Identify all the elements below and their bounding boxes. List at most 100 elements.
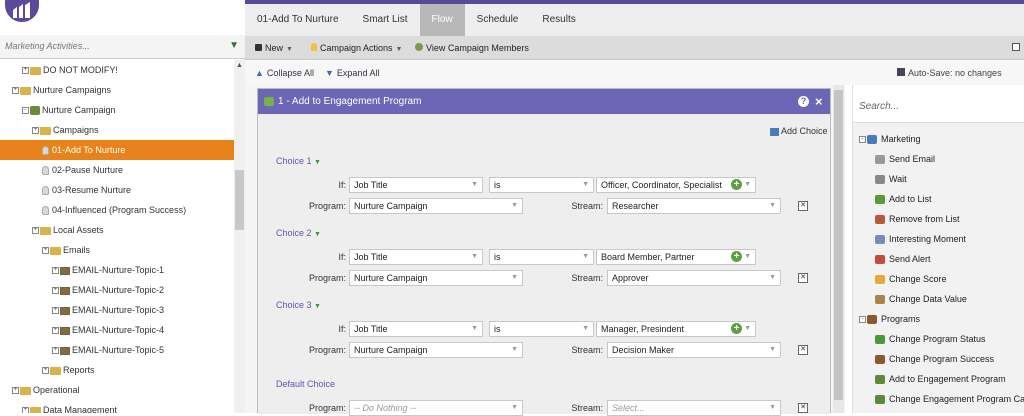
tree-node[interactable]: 03-Resume Nurture bbox=[0, 180, 234, 200]
add-choice-button[interactable]: Add Choice bbox=[770, 126, 828, 136]
tree-node[interactable]: + EMAIL-Nurture-Topic-5 bbox=[0, 340, 234, 360]
palette-group[interactable]: - Marketing bbox=[859, 129, 921, 149]
scrollbar-thumb[interactable] bbox=[235, 170, 244, 230]
program-select[interactable]: Nurture Campaign ▼ bbox=[349, 270, 523, 286]
delete-choice-icon[interactable]: ✕ bbox=[798, 273, 808, 283]
collapse-all-button[interactable]: ▲ Collapse All bbox=[255, 61, 314, 85]
condition-operator-select[interactable]: is ▼ bbox=[489, 249, 594, 265]
autosave-label: Auto-Save: no changes bbox=[908, 68, 1002, 78]
stream-select[interactable]: Researcher ▼ bbox=[607, 198, 781, 214]
tree-node[interactable]: + Operational bbox=[0, 380, 234, 400]
condition-operator-select[interactable]: is ▼ bbox=[489, 177, 594, 193]
expand-toggle-icon[interactable]: + bbox=[52, 307, 59, 315]
delete-choice-icon[interactable]: ✕ bbox=[798, 201, 808, 211]
tab-results[interactable]: Results bbox=[530, 4, 587, 36]
condition-field-select[interactable]: Job Title ▼ bbox=[349, 177, 483, 193]
stream-select[interactable]: Decision Maker ▼ bbox=[607, 342, 781, 358]
expand-toggle-icon[interactable]: + bbox=[52, 267, 59, 275]
palette-item[interactable]: Send Alert bbox=[875, 249, 931, 269]
tab-schedule[interactable]: Schedule bbox=[465, 4, 531, 36]
tree-node[interactable]: 01-Add To Nurture bbox=[0, 140, 234, 160]
flow-step-header[interactable]: 1 - Add to Engagement Program ? × bbox=[258, 89, 830, 114]
campaign-actions-button[interactable]: Campaign Actions ▼ bbox=[311, 36, 402, 60]
palette-item[interactable]: Wait bbox=[875, 169, 907, 189]
tree-node[interactable]: 04-Influenced (Program Success) bbox=[0, 200, 234, 220]
canvas-scrollbar[interactable] bbox=[833, 85, 844, 413]
new-button[interactable]: New ▼ bbox=[255, 36, 293, 60]
expand-toggle-icon[interactable]: + bbox=[52, 287, 59, 295]
choice-label[interactable]: Choice 1 ▼ bbox=[276, 156, 321, 166]
marketo-logo[interactable] bbox=[5, 0, 39, 22]
tree-node[interactable]: + EMAIL-Nurture-Topic-1 bbox=[0, 260, 234, 280]
delete-default-icon[interactable]: ✕ bbox=[798, 403, 808, 413]
tree-node[interactable]: + EMAIL-Nurture-Topic-4 bbox=[0, 320, 234, 340]
tree-node[interactable]: + Local Assets bbox=[0, 220, 234, 240]
tree-node[interactable]: + Nurture Campaigns bbox=[0, 80, 234, 100]
tree-node[interactable]: + DO NOT MODIFY! bbox=[0, 60, 234, 80]
default-stream-select[interactable]: Select... ▼ bbox=[607, 400, 781, 416]
add-value-icon[interactable]: + bbox=[731, 251, 742, 262]
palette-group[interactable]: - Programs bbox=[859, 309, 920, 329]
condition-operator-select[interactable]: is ▼ bbox=[489, 321, 594, 337]
program-select[interactable]: Nurture Campaign ▼ bbox=[349, 198, 523, 214]
stream-select[interactable]: Approver ▼ bbox=[607, 270, 781, 286]
help-icon[interactable]: ? bbox=[798, 96, 809, 107]
save-icon bbox=[897, 68, 905, 76]
palette-item[interactable]: Change Data Value bbox=[875, 289, 967, 309]
expand-toggle-icon[interactable]: + bbox=[22, 67, 29, 75]
expand-toggle-icon[interactable]: + bbox=[52, 327, 59, 335]
collapse-icon: ▲ bbox=[255, 68, 264, 78]
tab-smart-list[interactable]: Smart List bbox=[351, 4, 420, 36]
add-value-icon[interactable]: + bbox=[731, 323, 742, 334]
tree-node[interactable]: + Reports bbox=[0, 360, 234, 380]
delete-choice-icon[interactable]: ✕ bbox=[798, 345, 808, 355]
palette-item[interactable]: Send Email bbox=[875, 149, 935, 169]
tree-node[interactable]: + EMAIL-Nurture-Topic-3 bbox=[0, 300, 234, 320]
sidebar-scrollbar[interactable]: ▲ bbox=[234, 60, 245, 413]
palette-item[interactable]: Change Engagement Program Cad bbox=[875, 389, 1024, 409]
palette-item[interactable]: Change Score bbox=[875, 269, 947, 289]
condition-field-select[interactable]: Job Title ▼ bbox=[349, 249, 483, 265]
tree-node[interactable]: + Emails bbox=[0, 240, 234, 260]
expand-toggle-icon[interactable]: + bbox=[32, 127, 39, 135]
expand-toggle-icon[interactable]: + bbox=[32, 227, 39, 235]
expand-toggle-icon[interactable]: + bbox=[12, 387, 19, 395]
program-select[interactable]: Nurture Campaign ▼ bbox=[349, 342, 523, 358]
sidebar-search-input[interactable]: Marketing Activities... ▼ bbox=[0, 35, 245, 59]
expand-toggle-icon[interactable]: - bbox=[22, 107, 29, 115]
palette-search-input[interactable]: Search... bbox=[853, 85, 1024, 123]
expand-toggle-icon[interactable]: + bbox=[22, 407, 29, 413]
palette-item[interactable]: Interesting Moment bbox=[875, 229, 966, 249]
condition-field-select[interactable]: Job Title ▼ bbox=[349, 321, 483, 337]
close-icon[interactable]: × bbox=[815, 89, 823, 114]
tab-campaign-name[interactable]: 01-Add To Nurture bbox=[245, 4, 351, 36]
expand-toggle-icon[interactable]: + bbox=[42, 247, 49, 255]
filter-icon[interactable]: ▼ bbox=[229, 40, 239, 51]
palette-item[interactable]: Add to List bbox=[875, 189, 932, 209]
flow-step-body: Add Choice Choice 1 ▼ If: Job Title ▼ is ▼ Off… bbox=[258, 114, 830, 416]
expand-toggle-icon[interactable]: + bbox=[12, 87, 19, 95]
view-campaign-members-button[interactable]: View Campaign Members bbox=[415, 36, 529, 60]
palette-item[interactable]: Change Program Success bbox=[875, 349, 994, 369]
tree-node[interactable]: + EMAIL-Nurture-Topic-2 bbox=[0, 280, 234, 300]
choice-label[interactable]: Choice 3 ▼ bbox=[276, 300, 321, 310]
tree-node[interactable]: + Campaigns bbox=[0, 120, 234, 140]
tree-node[interactable]: - Nurture Campaign bbox=[0, 100, 234, 120]
palette-item[interactable]: Remove from List bbox=[875, 209, 960, 229]
expand-toggle-icon[interactable]: - bbox=[859, 136, 866, 144]
add-value-icon[interactable]: + bbox=[731, 179, 742, 190]
palette-item[interactable]: Change Program Status bbox=[875, 329, 986, 349]
scrollbar-thumb[interactable] bbox=[834, 90, 843, 400]
choice-label[interactable]: Choice 2 ▼ bbox=[276, 228, 321, 238]
expand-toggle-icon[interactable]: + bbox=[42, 367, 49, 375]
tab-flow[interactable]: Flow bbox=[419, 4, 465, 36]
tree-node[interactable]: 02-Pause Nurture bbox=[0, 160, 234, 180]
default-program-select[interactable]: -- Do Nothing -- ▼ bbox=[349, 400, 523, 416]
expand-all-button[interactable]: ▼ Expand All bbox=[325, 61, 379, 85]
scroll-up-icon[interactable]: ▲ bbox=[236, 62, 243, 69]
palette-item[interactable]: Add to Engagement Program bbox=[875, 369, 1006, 389]
expand-toggle-icon[interactable]: - bbox=[859, 316, 866, 324]
expand-toggle-icon[interactable]: + bbox=[52, 347, 59, 355]
tree-node[interactable]: + Data Management bbox=[0, 400, 234, 413]
toolbar-extra-icon[interactable] bbox=[1012, 36, 1020, 60]
